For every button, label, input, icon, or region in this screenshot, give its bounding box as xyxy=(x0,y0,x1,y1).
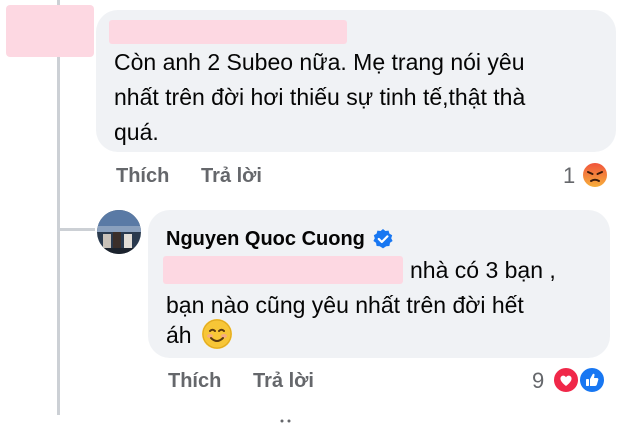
reaction-count[interactable]: 9 xyxy=(532,368,544,394)
comment-text-line: nhất trên đời hơi thiếu sự tinh tế,thật … xyxy=(114,84,526,110)
reaction-count[interactable]: 1 xyxy=(563,163,575,189)
reply-button[interactable]: Trả lời xyxy=(253,370,314,393)
verified-badge-icon xyxy=(372,228,394,250)
redacted-author-name xyxy=(109,20,347,44)
redacted-avatar xyxy=(6,5,94,57)
thread-line-vertical xyxy=(57,0,60,415)
comment-text-line: quá. xyxy=(114,119,159,145)
comment-text-line: Còn anh 2 Subeo nữa. Mẹ trang nói yêu xyxy=(114,49,525,75)
like-reaction-icon[interactable] xyxy=(577,365,607,395)
next-comment-hint xyxy=(278,410,294,423)
smiling-face-icon xyxy=(201,319,232,349)
like-button[interactable]: Thích xyxy=(116,165,169,188)
author-name[interactable]: Nguyen Quoc Cuong xyxy=(166,228,365,251)
reply-text-line: nhà có 3 bạn , xyxy=(410,257,556,283)
reply-text-line-last: áh xyxy=(166,318,232,353)
angry-reaction-icon[interactable] xyxy=(580,160,610,190)
reply-button[interactable]: Trả lời xyxy=(201,165,262,188)
like-button[interactable]: Thích xyxy=(168,370,221,393)
reply-text-fragment: áh xyxy=(166,322,192,348)
thread-line-branch xyxy=(57,228,95,231)
redacted-mention xyxy=(163,256,403,284)
avatar[interactable] xyxy=(97,210,141,254)
